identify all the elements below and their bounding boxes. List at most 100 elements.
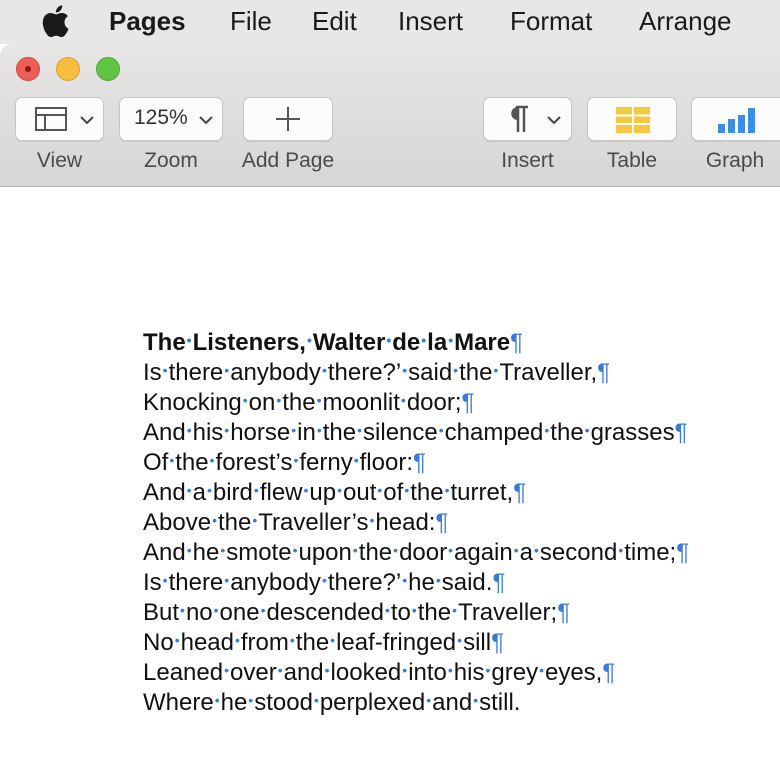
word: turret, bbox=[450, 479, 514, 506]
view-button[interactable] bbox=[15, 97, 104, 141]
space-mark: • bbox=[313, 692, 319, 708]
space-mark: • bbox=[209, 452, 215, 468]
word: anybody bbox=[230, 359, 321, 386]
space-mark: • bbox=[276, 392, 282, 408]
word: there bbox=[168, 359, 224, 386]
document-line[interactable]: No•head•from•the•leaf-fringed•sill¶ bbox=[143, 628, 780, 658]
document-line[interactable]: Leaned•over•and•looked•into•his•grey•eye… bbox=[143, 658, 780, 688]
word: the bbox=[417, 599, 452, 626]
space-mark: • bbox=[402, 662, 408, 678]
space-mark: • bbox=[402, 362, 408, 378]
word: the bbox=[282, 389, 316, 416]
menu-file[interactable]: File bbox=[230, 6, 272, 37]
document-line[interactable]: Knocking•on•the•moonlit•door;¶ bbox=[143, 388, 780, 418]
word: smote bbox=[226, 539, 292, 566]
space-mark: • bbox=[448, 332, 454, 348]
word: the bbox=[550, 419, 584, 446]
word: the bbox=[295, 629, 330, 656]
space-mark: • bbox=[289, 632, 295, 648]
space-mark: • bbox=[292, 542, 298, 558]
insert-button[interactable] bbox=[483, 97, 572, 141]
paragraph-mark: ¶ bbox=[602, 659, 616, 686]
apple-logo-icon[interactable] bbox=[40, 4, 70, 38]
word: Traveller, bbox=[499, 359, 598, 386]
space-mark: • bbox=[534, 542, 539, 558]
document-line[interactable]: Where•he•stood•perplexed•and•still. bbox=[143, 688, 780, 718]
add-page-button[interactable] bbox=[243, 97, 333, 141]
pilcrow-icon bbox=[511, 105, 528, 132]
view-icon bbox=[35, 107, 67, 131]
menu-pages[interactable]: Pages bbox=[109, 6, 186, 37]
word: the bbox=[459, 359, 493, 386]
space-mark: • bbox=[162, 572, 168, 588]
paragraph-mark: ¶ bbox=[676, 539, 690, 566]
word: said. bbox=[441, 569, 493, 596]
space-mark: • bbox=[253, 482, 259, 498]
menu-arrange[interactable]: Arrange bbox=[639, 6, 732, 37]
bar-chart-icon bbox=[718, 108, 755, 133]
space-mark: • bbox=[435, 572, 441, 588]
space-mark: • bbox=[352, 542, 358, 558]
graph-button[interactable] bbox=[691, 97, 780, 141]
word: he bbox=[192, 539, 220, 566]
word: Traveller; bbox=[458, 599, 558, 626]
word: grey bbox=[491, 659, 539, 686]
word: second bbox=[539, 539, 618, 566]
zoom-window-button[interactable] bbox=[96, 57, 120, 81]
space-mark: • bbox=[293, 452, 299, 468]
chevron-down-icon bbox=[80, 116, 94, 125]
word: the bbox=[322, 419, 357, 446]
chevron-down-icon bbox=[547, 116, 561, 125]
document-line[interactable]: Of•the•forest’s•ferny•floor:¶ bbox=[143, 448, 780, 478]
add-page-label: Add Page bbox=[241, 149, 335, 172]
minimize-window-button[interactable] bbox=[56, 57, 80, 81]
word: Knocking bbox=[143, 389, 242, 416]
document-line[interactable]: And•he•smote•upon•the•door•again•a•secon… bbox=[143, 538, 780, 568]
space-mark: • bbox=[234, 632, 240, 648]
zoom-value: 125% bbox=[134, 106, 188, 129]
word: anybody bbox=[230, 569, 321, 596]
zoom-select[interactable]: 125% bbox=[119, 97, 223, 141]
document-line[interactable]: But•no•one•descended•to•the•Traveller;¶ bbox=[143, 598, 780, 628]
word: and bbox=[432, 689, 473, 716]
word: head: bbox=[375, 509, 436, 536]
word: descended bbox=[266, 599, 384, 626]
space-mark: • bbox=[242, 392, 248, 408]
space-mark: • bbox=[404, 482, 410, 498]
document-line[interactable]: Is•there•anybody•there?’•said•the•Travel… bbox=[143, 358, 780, 388]
word: a bbox=[192, 479, 206, 506]
window-toolbar: View 125% Zoom Add Page Insert Table Gra… bbox=[0, 44, 780, 187]
space-mark: • bbox=[426, 692, 432, 708]
word: a bbox=[519, 539, 534, 566]
space-mark: • bbox=[174, 632, 180, 648]
space-mark: • bbox=[377, 482, 383, 498]
word: Traveller’s bbox=[258, 509, 369, 536]
document-line[interactable]: And•his•horse•in•the•silence•champed•the… bbox=[143, 418, 780, 448]
space-mark: • bbox=[384, 602, 390, 618]
space-mark: • bbox=[402, 572, 408, 588]
word: sill bbox=[463, 629, 492, 656]
word: the bbox=[358, 539, 393, 566]
menu-edit[interactable]: Edit bbox=[312, 6, 357, 37]
document-title[interactable]: The•Listeners,•Walter•de•la•Mare¶ bbox=[143, 328, 780, 358]
word: leaf-fringed bbox=[336, 629, 457, 656]
document-line[interactable]: Is•there•anybody•there?’•he•said.¶ bbox=[143, 568, 780, 598]
space-mark: • bbox=[224, 422, 230, 438]
space-mark: • bbox=[473, 692, 479, 708]
word: upon bbox=[298, 539, 352, 566]
space-mark: • bbox=[337, 482, 343, 498]
space-mark: • bbox=[539, 662, 544, 678]
space-mark: • bbox=[457, 632, 463, 648]
menu-insert[interactable]: Insert bbox=[398, 6, 463, 37]
word: grasses bbox=[590, 419, 675, 446]
insert-label: Insert bbox=[501, 149, 554, 172]
document-line[interactable]: And•a•bird•flew•up•out•of•the•turret,¶ bbox=[143, 478, 780, 508]
table-button[interactable] bbox=[587, 97, 677, 141]
close-window-button[interactable] bbox=[16, 57, 40, 81]
document-body[interactable]: The•Listeners,•Walter•de•la•Mare¶ Is•ther… bbox=[143, 328, 780, 718]
word: looked bbox=[330, 659, 402, 686]
word: in bbox=[297, 419, 316, 446]
space-mark: • bbox=[162, 362, 168, 378]
menu-format[interactable]: Format bbox=[510, 6, 592, 37]
document-line[interactable]: Above•the•Traveller’s•head:¶ bbox=[143, 508, 780, 538]
